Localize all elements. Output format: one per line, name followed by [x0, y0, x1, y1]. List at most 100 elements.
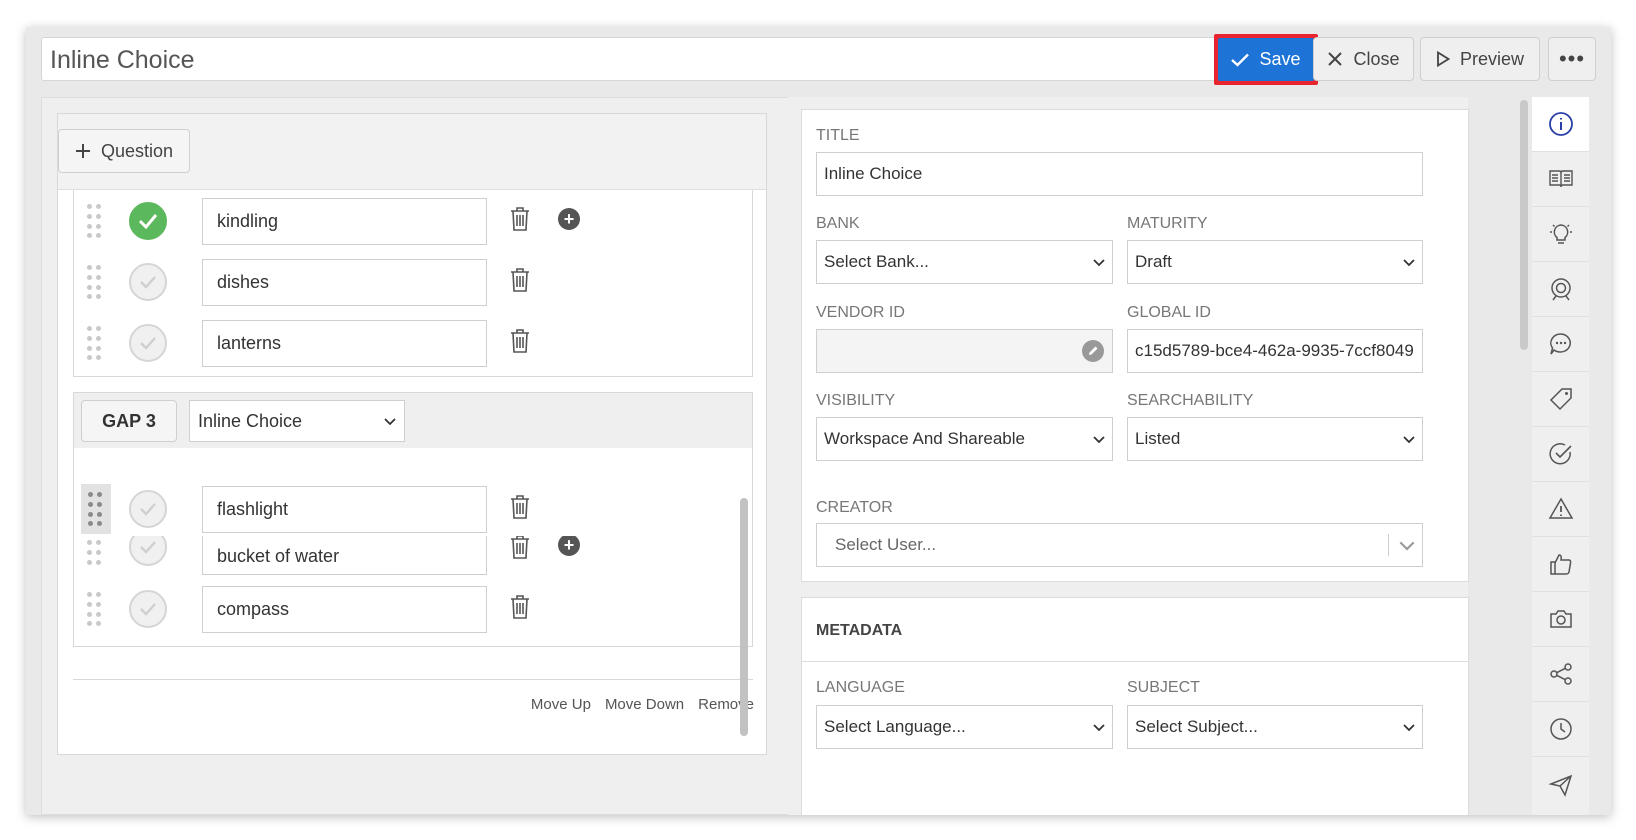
- info-icon: [1548, 112, 1573, 136]
- global-id-field[interactable]: c15d5789-bce4-462a-9935-7ccf8049: [1127, 329, 1423, 373]
- trash-icon[interactable]: [509, 206, 531, 232]
- rail-feedback[interactable]: [1532, 537, 1589, 592]
- gap-type-select[interactable]: Inline Choice: [189, 400, 405, 442]
- title-field[interactable]: Inline Choice: [816, 152, 1423, 196]
- rail-send[interactable]: [1532, 757, 1589, 812]
- correct-answer-toggle[interactable]: [129, 536, 167, 566]
- side-icon-rail: [1532, 97, 1589, 815]
- rail-review[interactable]: [1532, 427, 1589, 482]
- check-icon: [1231, 53, 1250, 67]
- preview-button[interactable]: Preview: [1420, 37, 1540, 81]
- searchability-label: SEARCHABILITY: [1127, 392, 1254, 409]
- gap2-choices: kindling + dishes lanterns: [73, 190, 753, 377]
- add-question-label: Question: [100, 140, 174, 161]
- rail-passage[interactable]: [1532, 152, 1589, 207]
- move-down-link[interactable]: Move Down: [605, 696, 684, 713]
- drag-handle-icon[interactable]: [87, 326, 103, 360]
- creator-label: CREATOR: [816, 499, 893, 516]
- trash-icon[interactable]: [509, 328, 531, 354]
- searchability-select[interactable]: Listed: [1127, 417, 1423, 461]
- drag-handle-icon[interactable]: [87, 265, 103, 299]
- editor-window: Inline Choice Save Close Preview ••• Que…: [26, 27, 1611, 815]
- rail-media[interactable]: [1532, 592, 1589, 647]
- metadata-header: METADATA: [802, 598, 1468, 662]
- save-button[interactable]: Save: [1214, 34, 1318, 85]
- correct-answer-toggle[interactable]: [129, 490, 167, 528]
- drag-handle-icon[interactable]: [87, 540, 103, 574]
- language-select[interactable]: Select Language...: [816, 705, 1113, 749]
- choice-text-input[interactable]: compass: [202, 586, 487, 633]
- rail-tags[interactable]: [1532, 372, 1589, 427]
- global-id-value: c15d5789-bce4-462a-9935-7ccf8049: [1135, 341, 1414, 360]
- title-value: Inline Choice: [824, 164, 923, 183]
- gap-type-value: Inline Choice: [198, 410, 303, 431]
- correct-answer-toggle[interactable]: [129, 590, 167, 628]
- maturity-label: MATURITY: [1127, 215, 1208, 232]
- plus-icon: [75, 144, 90, 158]
- subject-value: Select Subject...: [1135, 717, 1258, 736]
- more-options-button[interactable]: •••: [1548, 37, 1596, 81]
- correct-answer-toggle[interactable]: [129, 202, 167, 240]
- visibility-select[interactable]: Workspace And Shareable: [816, 417, 1113, 461]
- visibility-label: VISIBILITY: [816, 392, 896, 409]
- rail-hints[interactable]: [1532, 207, 1589, 262]
- choice-text-input[interactable]: dishes: [202, 259, 487, 306]
- choice-row: dishes: [74, 257, 752, 307]
- maturity-select[interactable]: Draft: [1127, 240, 1423, 284]
- item-title-input[interactable]: Inline Choice: [41, 37, 1226, 81]
- gap-label[interactable]: GAP 3: [81, 400, 177, 442]
- check-icon: [140, 503, 156, 516]
- bank-label: BANK: [816, 215, 860, 232]
- check-icon: [140, 337, 156, 350]
- title-label: TITLE: [816, 127, 860, 144]
- edit-icon[interactable]: [1081, 339, 1105, 363]
- trash-icon[interactable]: [509, 494, 531, 520]
- add-choice-icon[interactable]: +: [558, 208, 580, 230]
- lightbulb-icon: [1549, 224, 1572, 244]
- chevron-down-icon: [1403, 724, 1415, 732]
- left-scrollbar[interactable]: [740, 498, 748, 736]
- trash-icon[interactable]: [509, 536, 531, 560]
- drag-handle-icon[interactable]: [87, 592, 103, 626]
- move-up-link[interactable]: Move Up: [531, 696, 591, 713]
- close-label: Close: [1353, 48, 1400, 69]
- share-icon: [1549, 663, 1572, 685]
- subject-select[interactable]: Select Subject...: [1127, 705, 1423, 749]
- choice-text-input[interactable]: bucket of water: [202, 536, 487, 575]
- bank-select[interactable]: Select Bank...: [816, 240, 1113, 284]
- visibility-value: Workspace And Shareable: [824, 429, 1025, 448]
- rail-target[interactable]: [1532, 262, 1589, 317]
- choice-row: lanterns: [74, 318, 752, 368]
- choice-text-input[interactable]: kindling: [202, 198, 487, 245]
- choice-row: flashlight: [74, 484, 752, 536]
- choice-text-input[interactable]: flashlight: [202, 486, 487, 533]
- correct-answer-toggle[interactable]: [129, 324, 167, 362]
- drag-handle-icon[interactable]: [87, 204, 103, 238]
- trash-icon[interactable]: [509, 267, 531, 293]
- add-question-button[interactable]: Question: [58, 129, 190, 173]
- metadata-card: METADATA LANGUAGE Select Language... SUB…: [801, 597, 1469, 815]
- close-button[interactable]: Close: [1313, 37, 1414, 81]
- metadata-heading: METADATA: [816, 622, 903, 639]
- right-scrollbar[interactable]: [1520, 100, 1528, 350]
- choice-text-input[interactable]: lanterns: [202, 320, 487, 367]
- rail-warnings[interactable]: [1532, 482, 1589, 537]
- creator-select[interactable]: Select User...: [816, 523, 1423, 567]
- drag-handle-icon[interactable]: [81, 484, 111, 534]
- add-choice-icon[interactable]: +: [558, 536, 580, 556]
- rail-info[interactable]: [1532, 97, 1589, 152]
- rail-history[interactable]: [1532, 702, 1589, 757]
- chevron-down-icon: [1093, 259, 1105, 267]
- tag-icon: [1549, 388, 1572, 411]
- rail-share[interactable]: [1532, 647, 1589, 702]
- trash-icon[interactable]: [509, 594, 531, 620]
- choice-row: compass: [74, 584, 752, 634]
- clock-icon: [1549, 718, 1572, 740]
- divider: [1388, 534, 1389, 556]
- gap-actions: Move Up Move Down Remove: [531, 696, 754, 713]
- rail-comments[interactable]: [1532, 317, 1589, 372]
- correct-answer-toggle[interactable]: [129, 263, 167, 301]
- thumbs-up-icon: [1549, 554, 1571, 575]
- vendor-id-field[interactable]: [816, 329, 1113, 373]
- send-icon: [1547, 774, 1572, 797]
